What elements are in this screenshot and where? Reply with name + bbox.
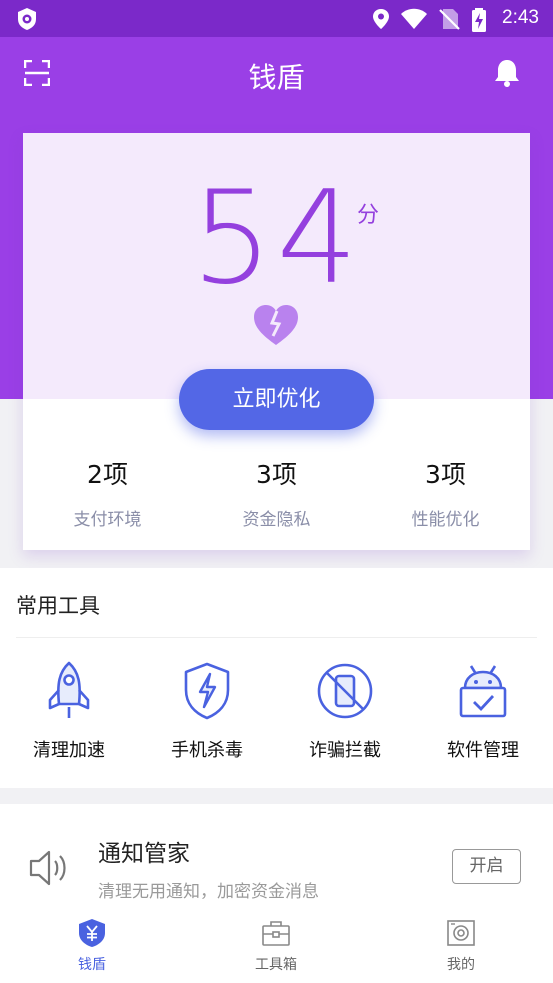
android-check-icon bbox=[459, 665, 507, 718]
tool-app-manager[interactable]: 软件管理 bbox=[414, 660, 552, 762]
rocket-icon bbox=[48, 661, 90, 718]
battery-charging-icon bbox=[472, 8, 486, 32]
app-title: 钱盾 bbox=[248, 61, 305, 94]
tool-clean-speedup[interactable]: 清理加速 bbox=[0, 660, 138, 762]
score-unit: 分 bbox=[357, 203, 380, 228]
broken-heart-icon bbox=[254, 305, 298, 345]
status-bar: 2:43 bbox=[0, 0, 553, 37]
app-shield-icon bbox=[18, 8, 36, 30]
score-card: 54 分 立即优化 2项 支付环境 3项 资金隐私 3项 性能优化 bbox=[23, 133, 530, 550]
tool-label: 软件管理 bbox=[447, 740, 519, 761]
nav-item-mine[interactable]: 我的 bbox=[391, 918, 531, 974]
phone-block-icon bbox=[317, 663, 373, 719]
tool-label: 手机杀毒 bbox=[171, 740, 243, 761]
bottom-nav: 钱盾 工具箱 我的 bbox=[0, 914, 553, 983]
stat-label: 性能优化 bbox=[411, 510, 480, 530]
tool-antivirus[interactable]: 手机杀毒 bbox=[138, 660, 276, 762]
shield-yuan-icon bbox=[79, 919, 105, 947]
toolbox-icon bbox=[262, 921, 290, 946]
enable-button[interactable]: 开启 bbox=[452, 849, 521, 884]
tools-title: 常用工具 bbox=[16, 594, 100, 618]
stat-count: 3项 bbox=[256, 460, 297, 489]
notify-subtitle: 清理无用通知，加密资金消息 bbox=[98, 882, 319, 902]
stat-count: 2项 bbox=[87, 460, 128, 489]
nav-label: 我的 bbox=[447, 957, 475, 973]
nav-item-toolbox[interactable]: 工具箱 bbox=[206, 918, 346, 974]
stat-fund-privacy[interactable]: 3项 资金隐私 bbox=[192, 455, 361, 530]
stat-label: 支付环境 bbox=[73, 510, 142, 530]
stat-performance[interactable]: 3项 性能优化 bbox=[361, 455, 530, 530]
notification-manager-card[interactable]: 通知管家 清理无用通知，加密资金消息 开启 bbox=[0, 804, 553, 924]
nav-label: 钱盾 bbox=[78, 957, 106, 973]
stat-payment-environment[interactable]: 2项 支付环境 bbox=[23, 455, 192, 530]
security-score: 54 bbox=[191, 164, 362, 313]
notify-title: 通知管家 bbox=[98, 841, 190, 867]
tool-fraud-block[interactable]: 诈骗拦截 bbox=[276, 660, 414, 762]
tool-label: 诈骗拦截 bbox=[309, 740, 381, 761]
nav-label: 工具箱 bbox=[255, 957, 297, 973]
nav-item-qiandun[interactable]: 钱盾 bbox=[22, 918, 162, 974]
divider bbox=[16, 637, 537, 638]
no-sim-icon bbox=[439, 9, 460, 30]
tool-label: 清理加速 bbox=[33, 740, 105, 761]
wifi-icon bbox=[401, 8, 427, 29]
speaker-icon bbox=[29, 850, 66, 886]
location-icon bbox=[373, 9, 389, 29]
optimize-button[interactable]: 立即优化 bbox=[179, 369, 374, 430]
profile-icon bbox=[447, 920, 475, 946]
shield-bolt-icon bbox=[184, 662, 230, 720]
tools-section: 常用工具 清理加速 手机杀毒 诈骗拦截 软件管理 bbox=[0, 568, 553, 788]
stat-count: 3项 bbox=[425, 460, 466, 489]
status-time: 2:43 bbox=[502, 7, 539, 28]
stat-label: 资金隐私 bbox=[242, 510, 311, 530]
